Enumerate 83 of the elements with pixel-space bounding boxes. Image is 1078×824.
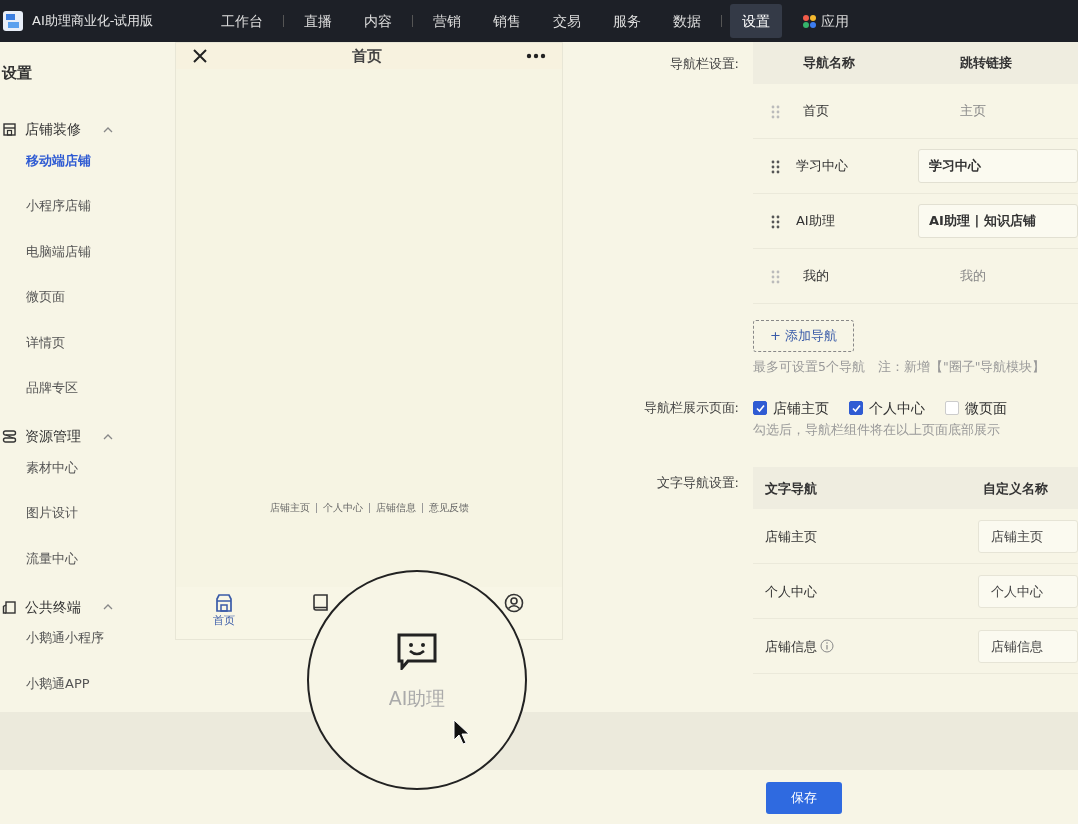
menu-tab[interactable]: 交易 xyxy=(541,3,593,39)
sidebar-item[interactable]: 品牌专区 xyxy=(26,378,78,398)
menu-tab[interactable]: 数据 xyxy=(661,3,713,39)
column-header: 自定义名称 xyxy=(983,479,1048,498)
check-icon xyxy=(850,402,862,414)
sidebar-item[interactable]: 小程序店铺 xyxy=(26,196,91,216)
sidebar-item[interactable]: 图片设计 xyxy=(26,503,78,523)
cursor-icon xyxy=(452,718,471,746)
field-label: 导航栏设置: xyxy=(669,56,739,71)
menu-tab[interactable]: 内容 xyxy=(352,3,404,39)
drag-handle-icon[interactable] xyxy=(771,159,780,174)
close-icon xyxy=(192,48,208,64)
sidebar-item[interactable]: 微页面 xyxy=(26,287,65,307)
more-icon xyxy=(526,53,546,59)
drag-handle-icon[interactable] xyxy=(771,269,780,284)
footer-link[interactable]: 店铺信息 xyxy=(375,500,416,515)
sidebar-item[interactable]: 小鹅通APP xyxy=(26,673,90,693)
sidebar-group[interactable]: 公共终端 xyxy=(25,596,81,618)
menu-tab[interactable]: 服务 xyxy=(601,3,653,39)
sidebar-group[interactable]: 店铺装修 xyxy=(25,119,81,140)
table-cell: AI助理 xyxy=(795,213,835,229)
logo-icon xyxy=(2,10,24,32)
check-icon xyxy=(754,402,766,414)
footer-link[interactable]: 个人中心 xyxy=(322,500,363,515)
app-title: AI助理商业化-试用版 xyxy=(32,12,154,31)
hint-text: 最多可设置5个导航 注：新增【"圈子"导航模块】 xyxy=(753,357,1047,376)
menu-tab[interactable]: 设置 xyxy=(730,3,782,39)
drag-handle-icon[interactable] xyxy=(771,214,780,229)
column-header: 文字导航 xyxy=(765,480,817,496)
drag-handle-icon[interactable] xyxy=(771,104,780,119)
link-field[interactable]: 学习中心 xyxy=(918,149,1078,183)
table-cell: 主页 xyxy=(960,103,986,119)
checkbox-label: 个人中心 xyxy=(869,399,925,419)
checkbox-label: 店铺主页 xyxy=(773,399,829,419)
name-field[interactable]: 店铺主页 xyxy=(978,519,1078,553)
menu-tab[interactable]: 销售 xyxy=(481,3,533,39)
sidebar-group[interactable]: 资源管理 xyxy=(25,426,81,447)
sidebar-item[interactable]: 素材中心 xyxy=(26,457,78,477)
hint-text: 勾选后，导航栏组件将在以上页面底部展示 xyxy=(753,420,1001,439)
sidebar-item[interactable]: 小鹅通小程序 xyxy=(26,628,104,648)
column-header: 导航名称 xyxy=(803,55,855,71)
field-label: 导航栏展示页面: xyxy=(643,400,739,416)
page-title: 首页 xyxy=(352,45,382,67)
sidebar-item[interactable]: 移动端店铺 xyxy=(26,150,91,170)
tab-bar-item[interactable] xyxy=(503,593,524,613)
shop-icon xyxy=(214,593,235,613)
book-icon xyxy=(311,593,331,612)
column-header: 跳转链接 xyxy=(960,55,1012,71)
resource-icon xyxy=(2,429,17,444)
menu-tab[interactable]: 直播 xyxy=(292,3,344,39)
menu-tab[interactable]: 工作台 xyxy=(209,3,275,39)
checkbox[interactable] xyxy=(753,401,767,416)
table-cell: 学习中心 xyxy=(795,158,848,174)
tab-bar-item[interactable] xyxy=(311,593,331,612)
building-icon xyxy=(2,599,17,615)
table-cell: 我的 xyxy=(803,268,829,284)
apps-icon xyxy=(802,13,817,29)
footer-link[interactable]: 意见反馈 xyxy=(428,500,469,515)
footer-link[interactable]: 店铺主页 xyxy=(269,500,310,515)
checkbox-label: 微页面 xyxy=(965,399,1007,419)
table-cell-text: 个人中心 xyxy=(765,582,817,601)
link-field[interactable]: AI助理 | 知识店铺 xyxy=(918,204,1078,238)
add-nav-button[interactable]: + 添加导航 xyxy=(753,320,855,352)
shop-icon xyxy=(2,122,17,137)
table-cell-text: 店铺信息 xyxy=(765,637,817,656)
sidebar-item[interactable]: 详情页 xyxy=(26,332,65,352)
sidebar-title: 设置 xyxy=(0,63,33,84)
table-cell: 首页 xyxy=(803,103,829,119)
sidebar-item[interactable]: 电脑端店铺 xyxy=(26,241,91,261)
menu-tab[interactable]: 应用 xyxy=(790,3,861,39)
table-cell-text: 店铺主页 xyxy=(765,527,817,546)
save-button[interactable]: 保存 xyxy=(766,782,842,814)
checkbox[interactable] xyxy=(849,401,863,416)
user-icon xyxy=(503,593,524,613)
name-field[interactable]: 店铺信息 xyxy=(978,629,1078,663)
sidebar-item[interactable]: 流量中心 xyxy=(26,548,78,568)
menu-tab[interactable]: 营销 xyxy=(421,3,473,39)
field-label: 文字导航设置: xyxy=(656,475,739,491)
name-field[interactable]: 个人中心 xyxy=(978,574,1078,608)
chat-icon xyxy=(396,632,438,670)
tab-label: AI助理 xyxy=(388,686,446,711)
tab-bar-item[interactable]: 首页 xyxy=(213,593,236,630)
table-cell: 我的 xyxy=(960,268,986,284)
